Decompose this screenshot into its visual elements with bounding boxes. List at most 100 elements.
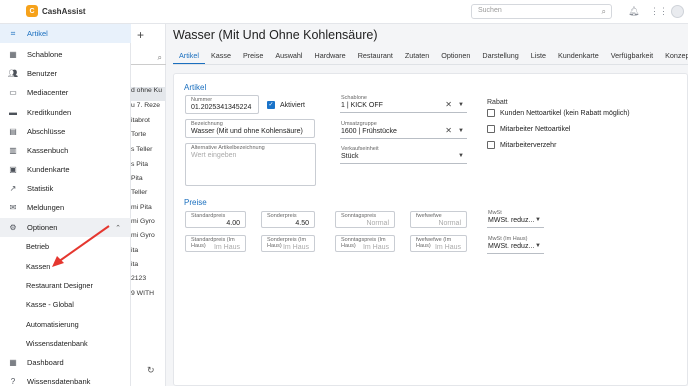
sidebar-item-statistik[interactable]: ↗ Statistik [0, 179, 131, 198]
list-item[interactable]: s Teller [131, 146, 166, 160]
nummer-field[interactable]: Nummer 01.2025341345224 [185, 95, 259, 114]
bell-icon[interactable]: 🔔︎ [628, 6, 639, 17]
sidebar-item-optionen[interactable]: ⚙ Optionen ⌃ [0, 218, 131, 237]
list-item[interactable]: mi Pita [131, 204, 166, 218]
clear-icon[interactable]: ✕ [445, 100, 452, 109]
sidebar-item-label: Kassenbuch [27, 146, 69, 155]
list-item[interactable]: mi Gyro [131, 218, 166, 232]
list-item[interactable]: ita [131, 247, 166, 261]
list-item[interactable]: u 7. Reze [131, 102, 166, 116]
gear-icon: ⚙ [9, 223, 17, 232]
tab-kundenkarte[interactable]: Kundenkarte [552, 49, 605, 64]
sidebar-item-meldungen[interactable]: ✉ Meldungen [0, 198, 131, 217]
sidebar-item-kundenkarte[interactable]: ▣ Kundenkarte [0, 160, 131, 179]
mwst-im-haus-select[interactable]: MwSt (Im Haus) MWSt. reduz... ▼ [487, 236, 544, 254]
tab-darstellung[interactable]: Darstellung [476, 49, 524, 64]
sidebar-item-benutzer[interactable]: 👥︎ Benutzer [0, 64, 131, 83]
sidebar-item-mediacenter[interactable]: ▭ Mediacenter [0, 83, 131, 102]
list-item[interactable]: 9 WITH [131, 290, 166, 304]
dashboard-icon: ▦ [9, 358, 17, 367]
price-label: Sonntagspreis [341, 213, 377, 219]
tab-optionen[interactable]: Optionen [435, 49, 476, 64]
price-placeholder: Normal [366, 220, 389, 227]
list-item[interactable]: ita [131, 261, 166, 275]
tab-kasse[interactable]: Kasse [205, 49, 237, 64]
fwefwefwe-field[interactable]: fwefwefwe Normal [410, 211, 467, 228]
sidebar-subitem-kassen[interactable]: Kassen [26, 262, 50, 271]
sidebar-item-schablone[interactable]: ▦ Schablone [0, 45, 131, 64]
rabatt-checkbox-kunden-netto[interactable]: Kunden Nettoartikel (kein Rabatt möglich… [487, 109, 630, 117]
tab-zutaten[interactable]: Zutaten [399, 49, 435, 64]
tab-preise[interactable]: Preise [237, 49, 269, 64]
list-item[interactable]: Torte [131, 131, 166, 145]
sonntagspreis-im-haus-field[interactable]: Sonntagspreis (Im Haus) Im Haus [335, 235, 395, 252]
tab-liste[interactable]: Liste [525, 49, 552, 64]
tab-hardware[interactable]: Hardware [309, 49, 352, 64]
rabatt-checkbox-mitarbeiter-netto[interactable]: Mitarbeiter Nettoartikel [487, 125, 570, 133]
sidebar-subitem-kasse-global[interactable]: Kasse - Global [26, 300, 74, 309]
schablone-select[interactable]: Schablone 1 | KICK OFF ✕ ▼ [340, 95, 467, 113]
search-placeholder: Suchen [478, 7, 502, 14]
sidebar-item-label: Artikel [27, 29, 48, 38]
tab-auswahl[interactable]: Auswahl [269, 49, 308, 64]
sidebar-item-abschluesse[interactable]: ▤ Abschlüsse [0, 122, 131, 141]
verkaufseinheit-select[interactable]: Verkaufseinheit Stück ▼ [340, 146, 467, 164]
sidebar-item-artikel[interactable]: ⌗ Artikel [0, 24, 131, 43]
apps-grid-icon[interactable]: ⋮⋮ [650, 6, 668, 17]
book-icon: ▥ [9, 146, 17, 155]
sonderpreis-im-haus-field[interactable]: Sonderpreis (Im Haus) Im Haus [261, 235, 315, 252]
sonderpreis-field[interactable]: Sonderpreis 4.50 [261, 211, 315, 228]
umsatzgruppe-select[interactable]: Umsatzgruppe 1600 | Frühstücke ✕ ▼ [340, 121, 467, 139]
avatar[interactable] [671, 5, 684, 18]
tab-verfuegbarkeit[interactable]: Verfügbarkeit [605, 49, 659, 64]
standardpreis-field[interactable]: Standardpreis 4.00 [185, 211, 246, 228]
bezeichnung-value: Wasser (Mit und ohne Kohlensäure) [191, 128, 303, 135]
price-label: fwefwefwe [416, 213, 442, 219]
aktiviert-checkbox[interactable]: ✓ Aktiviert [267, 101, 305, 109]
mwst-label: MwSt [488, 210, 502, 216]
sidebar-subitem-wissensdatenbank[interactable]: Wissensdatenbank [26, 339, 88, 348]
tab-konzept[interactable]: Konzep [659, 49, 688, 64]
price-label: Sonderpreis [267, 213, 297, 219]
list-search-input[interactable]: ⌕ [131, 51, 166, 65]
schablone-label: Schablone [341, 95, 367, 101]
tab-artikel[interactable]: Artikel [173, 49, 205, 64]
tab-restaurant[interactable]: Restaurant [352, 49, 399, 64]
alternative-bezeichnung-placeholder: Wert eingeben [191, 152, 237, 159]
list-item[interactable]: Teller [131, 189, 166, 203]
add-article-button[interactable]: + [137, 28, 144, 42]
sidebar-item-kreditkunden[interactable]: ▬ Kreditkunden [0, 103, 131, 122]
rabatt-checkbox-mitarbeiterverzehr[interactable]: Mitarbeiterverzehr [487, 141, 556, 149]
list-item[interactable]: itabrot [131, 117, 166, 131]
app-logo[interactable]: C CashAssist [26, 5, 86, 17]
receipt-icon: ▤ [9, 127, 17, 136]
list-item[interactable]: mi Gyro [131, 232, 166, 246]
price-placeholder: Im Haus [282, 244, 309, 251]
list-item[interactable]: Pita [131, 175, 166, 189]
price-placeholder: Im Haus [213, 244, 240, 251]
mwst-im-haus-value: MWSt. reduz... [488, 243, 535, 250]
sidebar-item-dashboard[interactable]: ▦ Dashboard [0, 353, 131, 372]
sonntagspreis-field[interactable]: Sonntagspreis Normal [335, 211, 395, 228]
sidebar-item-label: Dashboard [27, 358, 64, 367]
verkaufseinheit-value: Stück [341, 153, 359, 160]
list-item[interactable]: s Pita [131, 161, 166, 175]
sidebar-item-wissensdatenbank[interactable]: ? Wissensdatenbank [0, 372, 131, 386]
price-label: Standardpreis [191, 213, 226, 219]
sidebar-subitem-restaurant-designer[interactable]: Restaurant Designer [26, 281, 93, 290]
bezeichnung-field[interactable]: Bezeichnung Wasser (Mit und ohne Kohlens… [185, 119, 315, 138]
sidebar-item-kassenbuch[interactable]: ▥ Kassenbuch [0, 141, 131, 160]
standardpreis-im-haus-field[interactable]: Standardpreis (Im Haus) Im Haus [185, 235, 246, 252]
refresh-icon[interactable]: ↻ [147, 365, 155, 376]
list-item[interactable]: d ohne Ku [131, 87, 166, 101]
fwefwefwe-im-haus-field[interactable]: fwefwefwe (Im Haus) Im Haus [410, 235, 467, 252]
clear-icon[interactable]: ✕ [445, 126, 452, 135]
list-item[interactable]: 2123 [131, 275, 166, 289]
global-search-input[interactable]: Suchen ⌕ [471, 4, 612, 19]
sidebar-subitem-betrieb[interactable]: Betrieb [26, 242, 49, 251]
section-title-artikel: Artikel [184, 83, 207, 92]
alternative-bezeichnung-textarea[interactable]: Alternative Artikelbezeichnung Wert eing… [185, 143, 316, 186]
mwst-select[interactable]: MwSt MWSt. reduz... ▼ [487, 210, 544, 228]
checkbox-box [487, 109, 495, 117]
sidebar-subitem-automatisierung[interactable]: Automatisierung [26, 320, 79, 329]
